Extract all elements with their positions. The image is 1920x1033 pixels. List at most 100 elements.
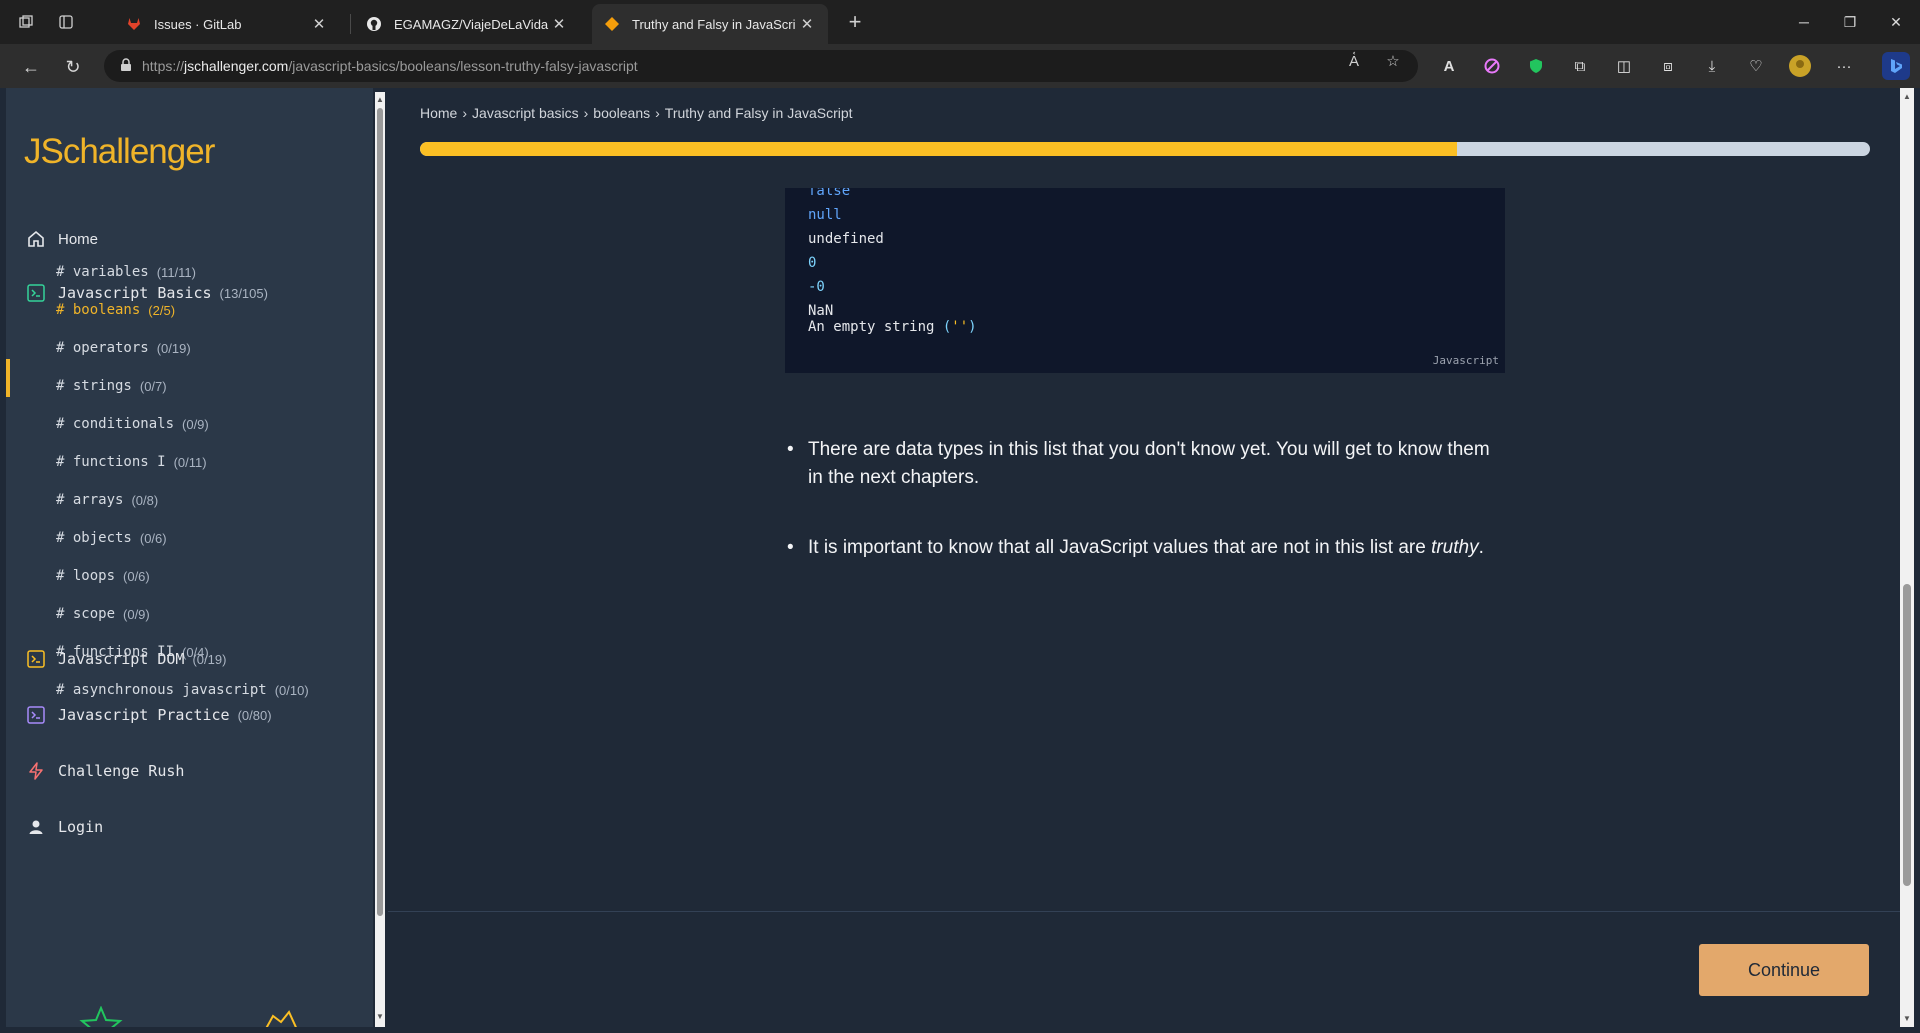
progress-count: (0/11)	[173, 454, 207, 470]
scroll-down-icon[interactable]: ▼	[1902, 1014, 1912, 1023]
breadcrumb-booleans[interactable]: booleans	[593, 105, 650, 121]
sidebar-item-label: Javascript DOM	[58, 650, 185, 668]
progress-count: (0/6)	[123, 568, 150, 584]
tab-gitlab[interactable]: Issues · GitLab ✕	[114, 4, 340, 44]
extensions-puzzle-icon[interactable]: ⧉	[1568, 54, 1592, 78]
scroll-down-icon[interactable]: ▼	[375, 1012, 385, 1021]
sidebar-subitem-label: # functions I	[56, 454, 166, 470]
avatar[interactable]	[1788, 54, 1812, 78]
progress-count: (0/8)	[131, 492, 159, 508]
sidebar-subitem-objects[interactable]: # objects (0/6)	[56, 530, 167, 546]
tab-title: Truthy and Falsy in JavaScri	[632, 16, 796, 32]
code-line: NaN	[808, 303, 834, 319]
close-window-icon[interactable]: ✕	[1873, 0, 1919, 44]
sidebar-item-label: Javascript Practice	[58, 706, 230, 724]
continue-button[interactable]: Continue	[1699, 944, 1869, 996]
address-bar[interactable]: https://jschallenger.com/javascript-basi…	[104, 50, 1418, 82]
sidebar-item-home[interactable]: Home	[26, 229, 98, 249]
sidebar-subitem-operators[interactable]: # operators (0/19)	[56, 340, 191, 356]
decorative-star-icon	[76, 1005, 126, 1027]
sidebar-subitem-functions-I[interactable]: # functions I (0/11)	[56, 454, 207, 470]
sidebar-subitem-asynchronous-javascript[interactable]: # asynchronous javascript (0/10)	[56, 682, 309, 698]
code-line: false	[808, 188, 851, 199]
restore-icon[interactable]: ❐	[1827, 0, 1873, 44]
new-tab-icon[interactable]: +	[841, 8, 869, 36]
breadcrumb-home[interactable]: Home	[420, 105, 457, 121]
progress-count: (11/11)	[156, 264, 196, 280]
sidebar-item-javascript-basics[interactable]: Javascript Basics (13/105)	[26, 283, 268, 303]
tab-actions-icon[interactable]	[52, 8, 80, 36]
progress-count: (0/19)	[156, 340, 191, 356]
sidebar: JSchallenger Home Javascript Basics (13/…	[6, 88, 373, 1027]
sidebar-item-label: Login	[58, 818, 104, 836]
sidebar-subitem-label: # scope	[56, 606, 116, 622]
health-icon[interactable]: ♡	[1744, 54, 1768, 78]
extension-block-icon[interactable]	[1480, 54, 1504, 78]
code-line: null	[808, 207, 842, 223]
close-icon[interactable]: ✕	[310, 15, 328, 33]
tab-title: EGAMAGZ/ViajeDeLaVida	[394, 16, 549, 32]
sidebar-subitem-arrays[interactable]: # arrays (0/8)	[56, 492, 158, 508]
sidebar-subitem-scope[interactable]: # scope (0/9)	[56, 606, 150, 622]
sidebar-item-label: Home	[58, 230, 99, 248]
extension-a-icon[interactable]: A	[1437, 54, 1461, 78]
page-scrollbar-thumb[interactable]	[1903, 584, 1911, 886]
chevron-right-icon: ›	[655, 105, 660, 121]
sidebar-subitem-strings[interactable]: # strings (0/7)	[56, 378, 167, 394]
extension-shield-icon[interactable]	[1524, 54, 1548, 78]
scroll-up-icon[interactable]: ▲	[375, 95, 385, 104]
sidebar-subitem-label: # strings	[56, 378, 132, 394]
breadcrumb-javascript-basics[interactable]: Javascript basics	[472, 105, 579, 121]
sidebar-item-javascript-practice[interactable]: Javascript Practice (0/80)	[26, 705, 272, 725]
sidebar-item-login[interactable]: Login	[26, 817, 103, 837]
chevron-right-icon: ›	[583, 105, 589, 121]
terminal-icon	[26, 649, 46, 669]
progress-count: (0/80)	[237, 707, 272, 723]
code-line: An empty string ('')	[808, 319, 977, 335]
split-screen-icon[interactable]: ◫	[1612, 54, 1636, 78]
sidebar-subitem-variables[interactable]: # variables (11/11)	[56, 264, 196, 280]
sidebar-item-javascript-dom[interactable]: Javascript DOM (0/19)	[26, 649, 226, 669]
workspaces-icon[interactable]	[12, 8, 40, 36]
sidebar-subitem-conditionals[interactable]: # conditionals (0/9)	[56, 416, 209, 432]
terminal-icon	[26, 283, 46, 303]
breadcrumb: Home › Javascript basics › booleans › Tr…	[420, 105, 853, 121]
sidebar-scrollbar-thumb[interactable]	[377, 108, 383, 916]
github-icon	[366, 16, 382, 32]
back-icon[interactable]: ←	[16, 52, 46, 82]
collections-icon[interactable]: ⧈	[1656, 54, 1680, 78]
sidebar-subitem-label: # variables	[56, 264, 149, 280]
terminal-icon	[26, 705, 46, 725]
code-line: undefined	[808, 231, 884, 247]
list-item: It is important to know that all JavaScr…	[785, 534, 1505, 562]
scroll-up-icon[interactable]: ▲	[1902, 92, 1912, 101]
sidebar-subitem-loops[interactable]: # loops (0/6)	[56, 568, 150, 584]
home-icon	[26, 229, 46, 249]
tab-separator	[350, 14, 351, 34]
close-icon[interactable]: ✕	[550, 15, 568, 33]
code-line: -0	[808, 279, 825, 295]
tab-github[interactable]: EGAMAGZ/ViajeDeLaVida ✕	[354, 4, 580, 44]
page-scrollbar[interactable]	[1900, 88, 1914, 1027]
read-aloud-icon[interactable]: A᷾	[1342, 53, 1366, 70]
lesson-progress-fill	[420, 142, 1457, 156]
tab-jschallenger[interactable]: Truthy and Falsy in JavaScri ✕	[592, 4, 828, 44]
list-item: There are data types in this list that y…	[785, 436, 1505, 492]
progress-count: (13/105)	[219, 285, 268, 301]
progress-count: (0/10)	[274, 682, 309, 698]
downloads-icon[interactable]: ⤓	[1700, 54, 1724, 78]
progress-count: (0/19)	[192, 651, 227, 667]
breadcrumb-current: Truthy and Falsy in JavaScript	[664, 105, 853, 121]
more-icon[interactable]: ···	[1832, 54, 1856, 78]
minimize-icon[interactable]: ─	[1781, 0, 1827, 44]
main-content: Home › Javascript basics › booleans › Tr…	[388, 88, 1900, 1027]
code-language-label: Javascript	[1432, 354, 1499, 367]
refresh-icon[interactable]: ↻	[58, 52, 88, 82]
sidebar-subitem-label: # arrays	[56, 492, 124, 508]
logo[interactable]: JSchallenger	[24, 132, 215, 172]
close-icon[interactable]: ✕	[798, 15, 816, 33]
favorite-star-icon[interactable]: ☆	[1381, 52, 1405, 70]
sidebar-item-challenge-rush[interactable]: Challenge Rush	[26, 761, 184, 781]
sidebar-subitem-booleans[interactable]: # booleans (2/5)	[56, 302, 175, 318]
bing-icon[interactable]	[1882, 52, 1910, 80]
